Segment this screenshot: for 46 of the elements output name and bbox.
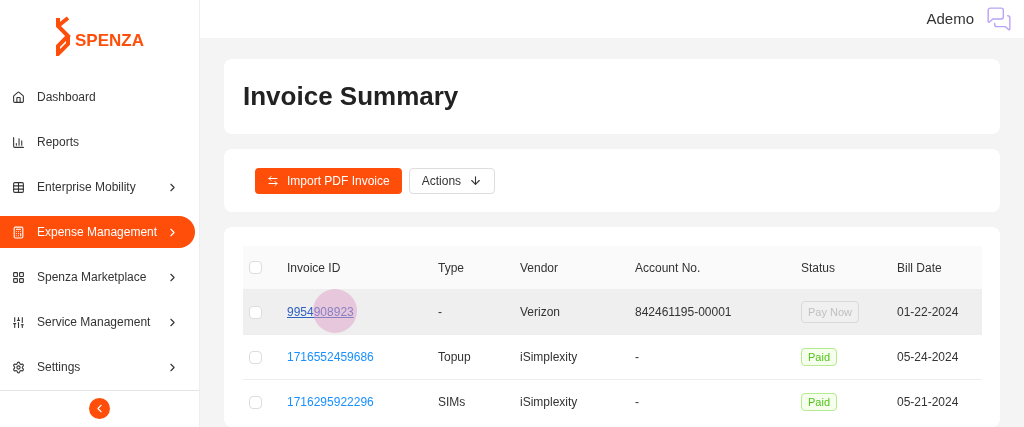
table-cell-text: 842461195-00001 bbox=[635, 304, 733, 321]
column-header: Account No. bbox=[635, 259, 702, 277]
table-cell-text: Topup bbox=[438, 349, 472, 366]
user-name: Ademo bbox=[926, 8, 974, 29]
column-header: Vendor bbox=[520, 259, 560, 277]
logo-icon bbox=[55, 16, 71, 57]
logo-text: SPENZA bbox=[75, 29, 144, 52]
sidebar-item[interactable]: Settings bbox=[0, 351, 195, 384]
actions-button[interactable]: Actions bbox=[408, 167, 496, 194]
settings-icon bbox=[12, 360, 25, 374]
bar-chart-icon bbox=[12, 135, 25, 149]
table-cell-text: - bbox=[635, 349, 640, 366]
calculator-icon bbox=[12, 225, 25, 239]
sidebar-item[interactable]: Dashboard bbox=[0, 81, 195, 114]
row-checkbox[interactable] bbox=[249, 350, 262, 364]
column-header: Invoice ID bbox=[287, 259, 342, 277]
chat-icon[interactable] bbox=[986, 6, 1012, 32]
column-header: Bill Date bbox=[897, 259, 943, 277]
table-cell-text: iSimplexity bbox=[520, 394, 579, 411]
page-title: Invoice Summary bbox=[243, 80, 459, 113]
paid-badge: Paid bbox=[801, 348, 838, 366]
paid-badge: Paid bbox=[801, 393, 838, 411]
table-cell-text: - bbox=[438, 304, 443, 321]
table-cell-text: - bbox=[635, 394, 640, 411]
column-header: Type bbox=[438, 259, 465, 277]
collapse-button[interactable] bbox=[89, 398, 110, 420]
table-cell-text: 05-21-2024 bbox=[897, 394, 960, 411]
table-icon bbox=[12, 180, 25, 194]
sidebar-item[interactable]: Reports bbox=[0, 126, 195, 159]
table-cell-text: 01-22-2024 bbox=[897, 304, 960, 321]
table-cell-text: Verizon bbox=[520, 304, 562, 321]
select-all-checkbox[interactable] bbox=[249, 261, 262, 274]
home-icon bbox=[12, 90, 25, 104]
grid-icon bbox=[12, 270, 25, 284]
sliders-icon bbox=[12, 315, 25, 329]
table-cell-text: 05-24-2024 bbox=[897, 349, 960, 366]
sidebar-item[interactable]: Enterprise Mobility bbox=[0, 171, 195, 204]
arrow-down-icon bbox=[469, 174, 483, 187]
row-checkbox[interactable] bbox=[249, 305, 262, 319]
table-cell-text: SIMs bbox=[438, 394, 467, 411]
column-header: Status bbox=[801, 259, 837, 277]
sidebar-item[interactable]: Service Management bbox=[0, 306, 195, 339]
row-checkbox[interactable] bbox=[249, 395, 262, 409]
sidebar-item[interactable]: Spenza Marketplace bbox=[0, 261, 195, 294]
swap-arrows-icon bbox=[267, 174, 279, 187]
table-cell-text: iSimplexity bbox=[520, 349, 579, 366]
